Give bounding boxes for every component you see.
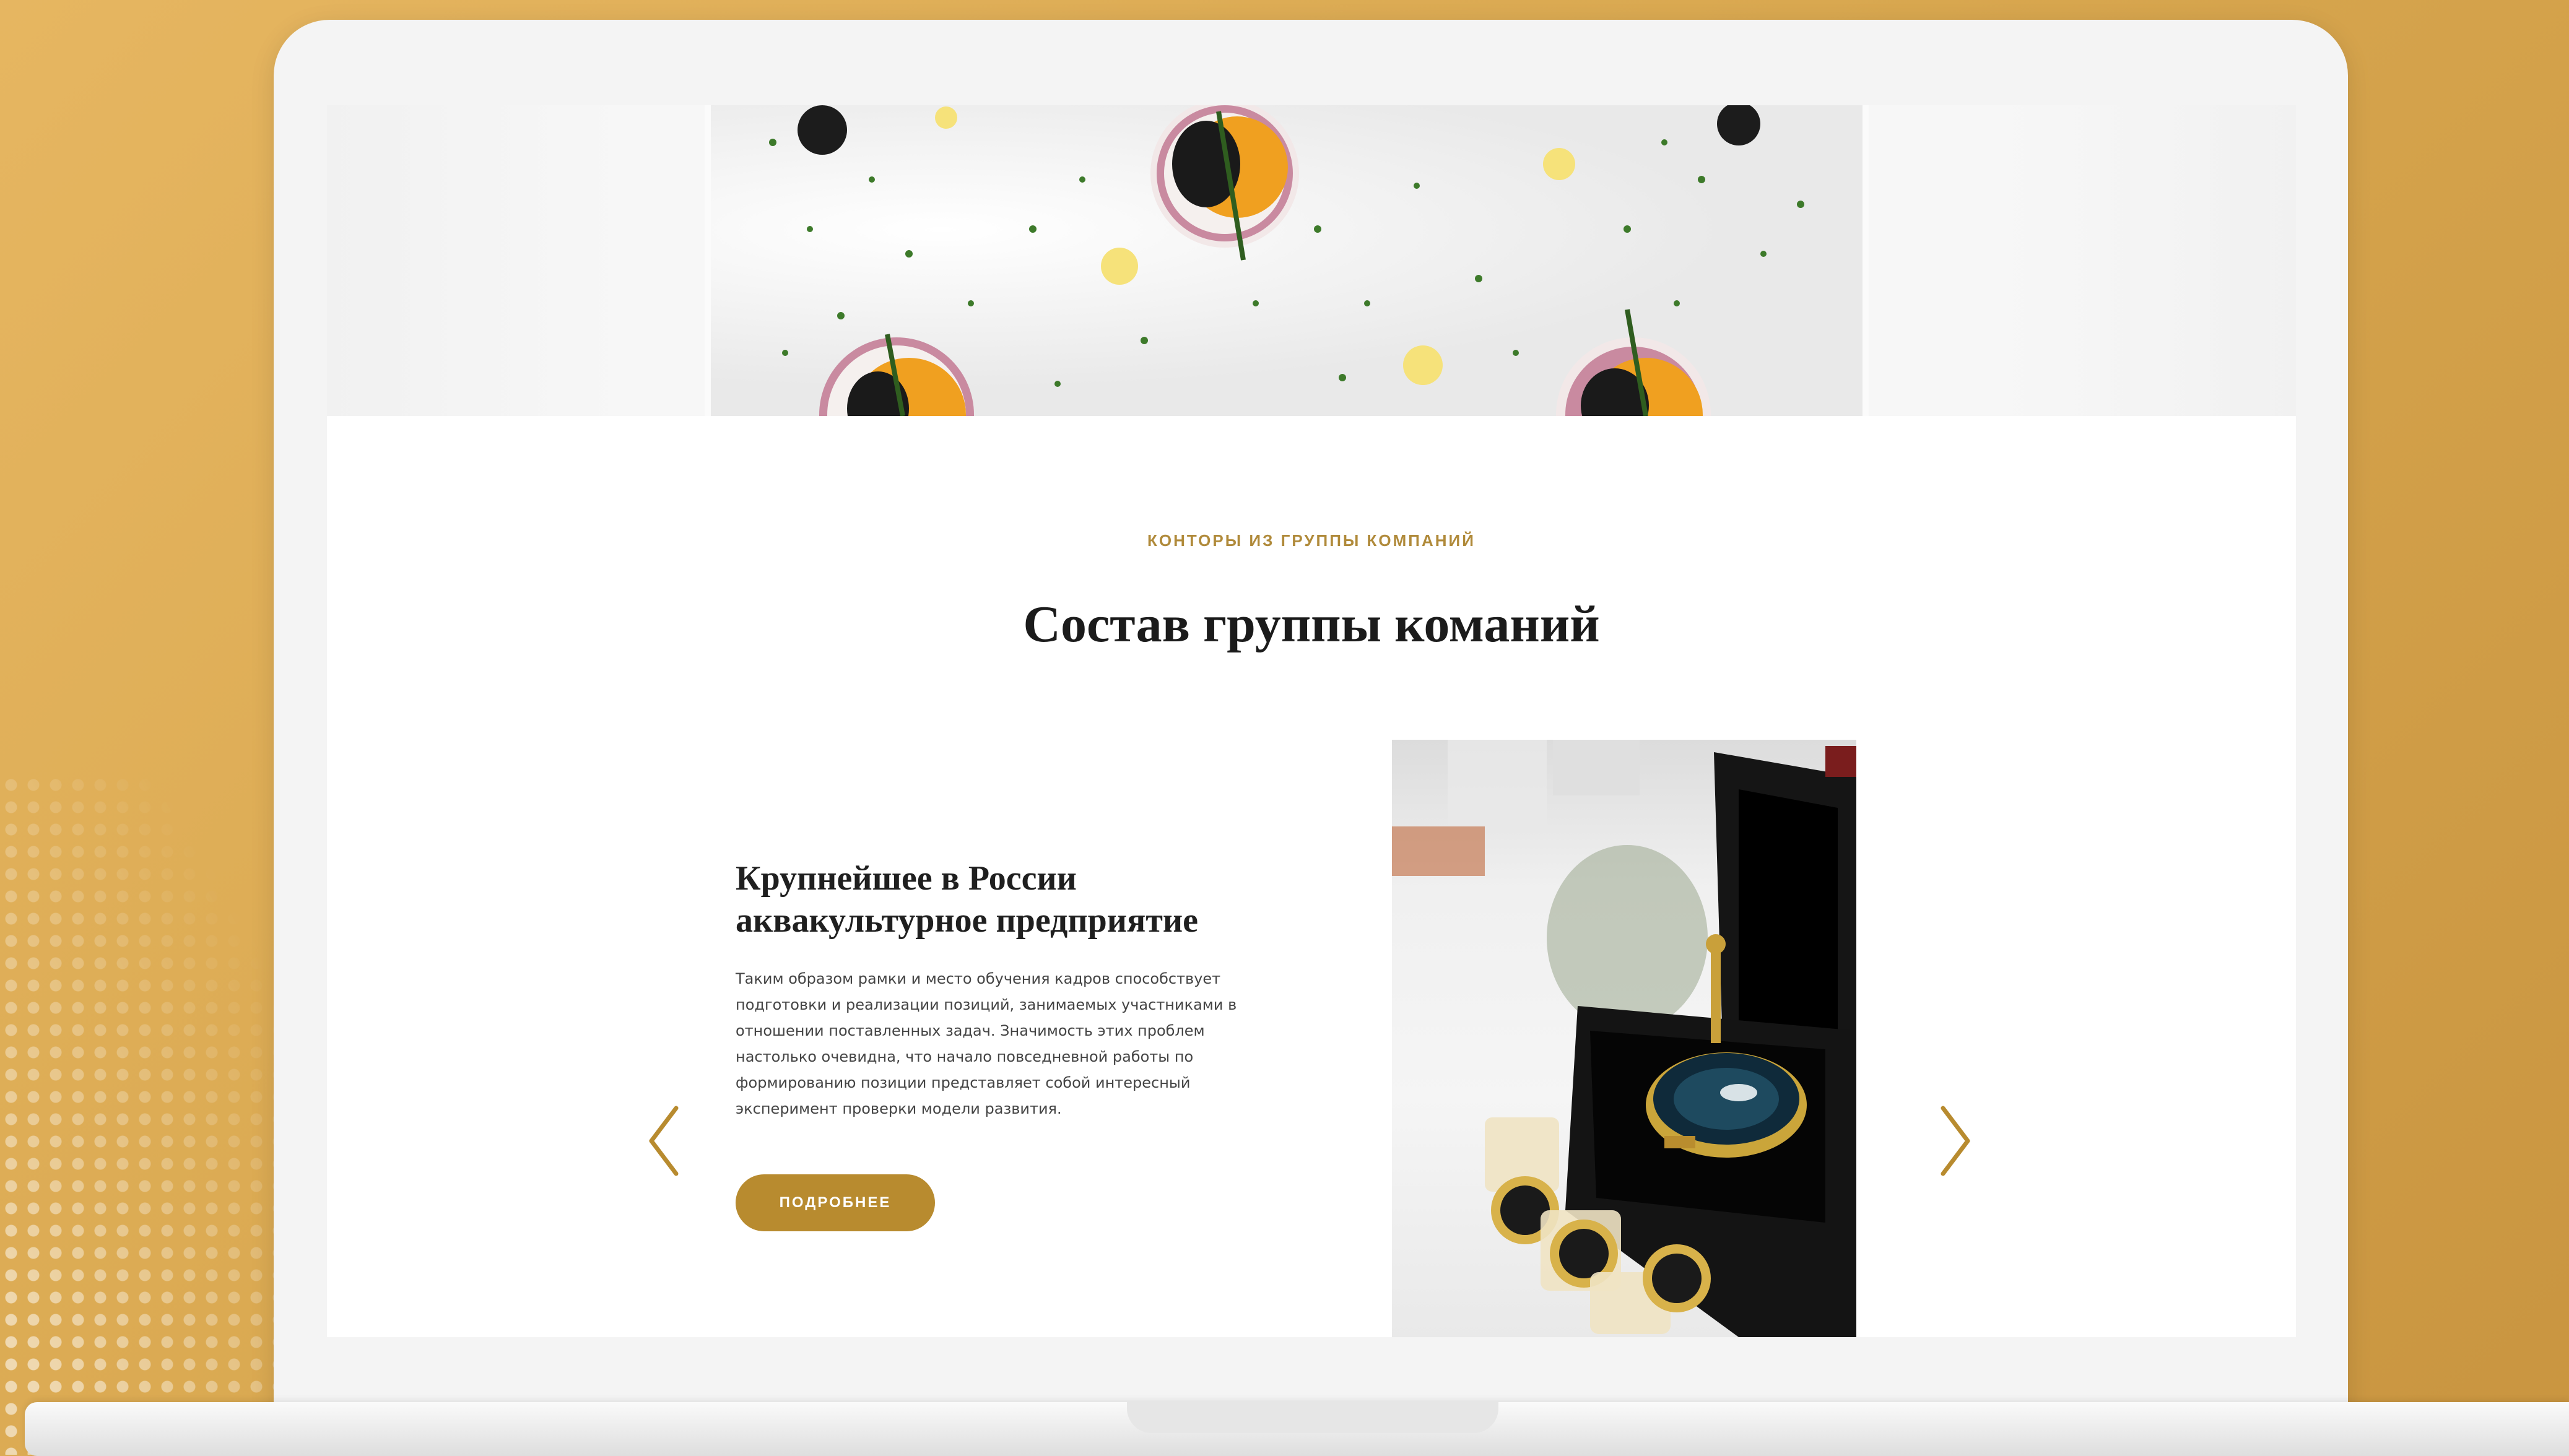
hero-banner [327, 105, 2296, 416]
chevron-right-icon[interactable] [1926, 1101, 1981, 1181]
section-title: Состав группы команий [1023, 596, 1600, 653]
more-button[interactable]: ПОДРОБНЕЕ [736, 1174, 935, 1231]
slide-title-line-2: аквакультурное предприятие [736, 901, 1198, 940]
slide-title-line-1: Крупнейшее в России [736, 859, 1077, 898]
slide-title: Крупнейшее в России аквакультурное предп… [736, 857, 1293, 942]
canape-image [1556, 309, 1711, 416]
section-eyebrow: КОНТОРЫ ИЗ ГРУППЫ КОМПАНИЙ [1147, 531, 1476, 550]
slide-description: Таким образом рамки и место обучения кад… [736, 970, 1237, 1117]
hero-image-caviar-plate [705, 105, 1869, 416]
canape-image [819, 334, 974, 416]
laptop-notch [1127, 1402, 1498, 1433]
canape-image [1150, 105, 1299, 261]
caviar-box-photo [1392, 740, 1856, 1337]
chevron-left-icon[interactable] [638, 1101, 693, 1181]
website-screen: КОНТОРЫ ИЗ ГРУППЫ КОМПАНИЙ Состав группы… [327, 105, 2296, 1337]
